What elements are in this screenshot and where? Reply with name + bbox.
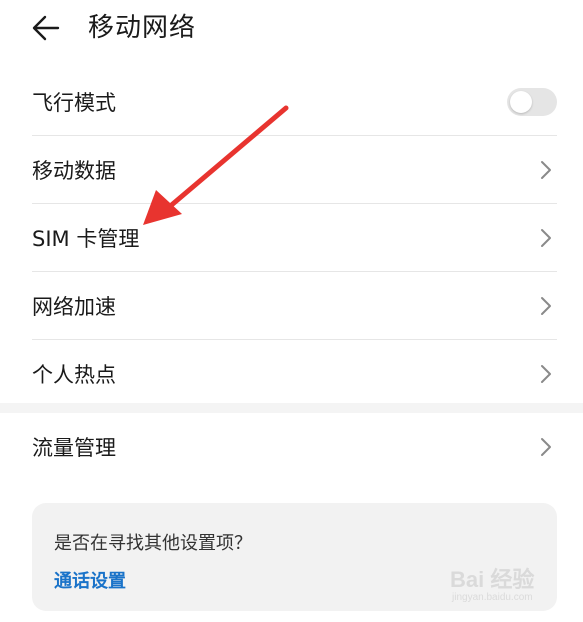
personal-hotspot-label: 个人热点: [32, 362, 116, 387]
suggestion-question: 是否在寻找其他设置项？: [54, 533, 252, 554]
network-acceleration-row[interactable]: 网络加速: [32, 272, 557, 340]
call-settings-link[interactable]: 通话设置: [54, 567, 126, 593]
airplane-mode-label: 飞行模式: [32, 90, 116, 115]
baidu-watermark: Bai 经验 jingyan.baidu.com: [448, 560, 578, 610]
arrow-left-icon: [32, 15, 60, 41]
chevron-right-icon: [539, 437, 553, 457]
chevron-right-icon: [539, 296, 553, 316]
watermark-sub: jingyan.baidu.com: [452, 592, 533, 603]
settings-list-secondary: 流量管理: [32, 413, 557, 480]
personal-hotspot-row[interactable]: 个人热点: [32, 340, 557, 407]
back-button[interactable]: [26, 10, 66, 46]
sim-management-row[interactable]: SIM 卡管理: [32, 204, 557, 272]
settings-list: 飞行模式 移动数据 SIM 卡管理 网络加速 个人热点: [32, 68, 557, 407]
network-acceleration-label: 网络加速: [32, 294, 116, 319]
page-title: 移动网络: [88, 13, 197, 43]
data-usage-label: 流量管理: [32, 435, 116, 460]
sim-management-label: SIM 卡管理: [32, 226, 140, 251]
airplane-mode-toggle[interactable]: [507, 87, 557, 116]
section-divider: [0, 403, 583, 413]
mobile-network-settings-page: 移动网络 飞行模式 移动数据 SIM 卡管理 网络加速 个人热点 流量管理 是否…: [0, 0, 583, 622]
data-usage-row[interactable]: 流量管理: [32, 413, 557, 480]
mobile-data-label: 移动数据: [32, 158, 116, 183]
chevron-right-icon: [539, 160, 553, 180]
app-bar: 移动网络: [0, 0, 583, 60]
airplane-mode-row[interactable]: 飞行模式: [32, 68, 557, 136]
toggle-knob: [510, 90, 532, 113]
watermark-text: Bai 经验: [450, 567, 535, 592]
chevron-right-icon: [539, 228, 553, 248]
mobile-data-row[interactable]: 移动数据: [32, 136, 557, 204]
chevron-right-icon: [539, 364, 553, 384]
